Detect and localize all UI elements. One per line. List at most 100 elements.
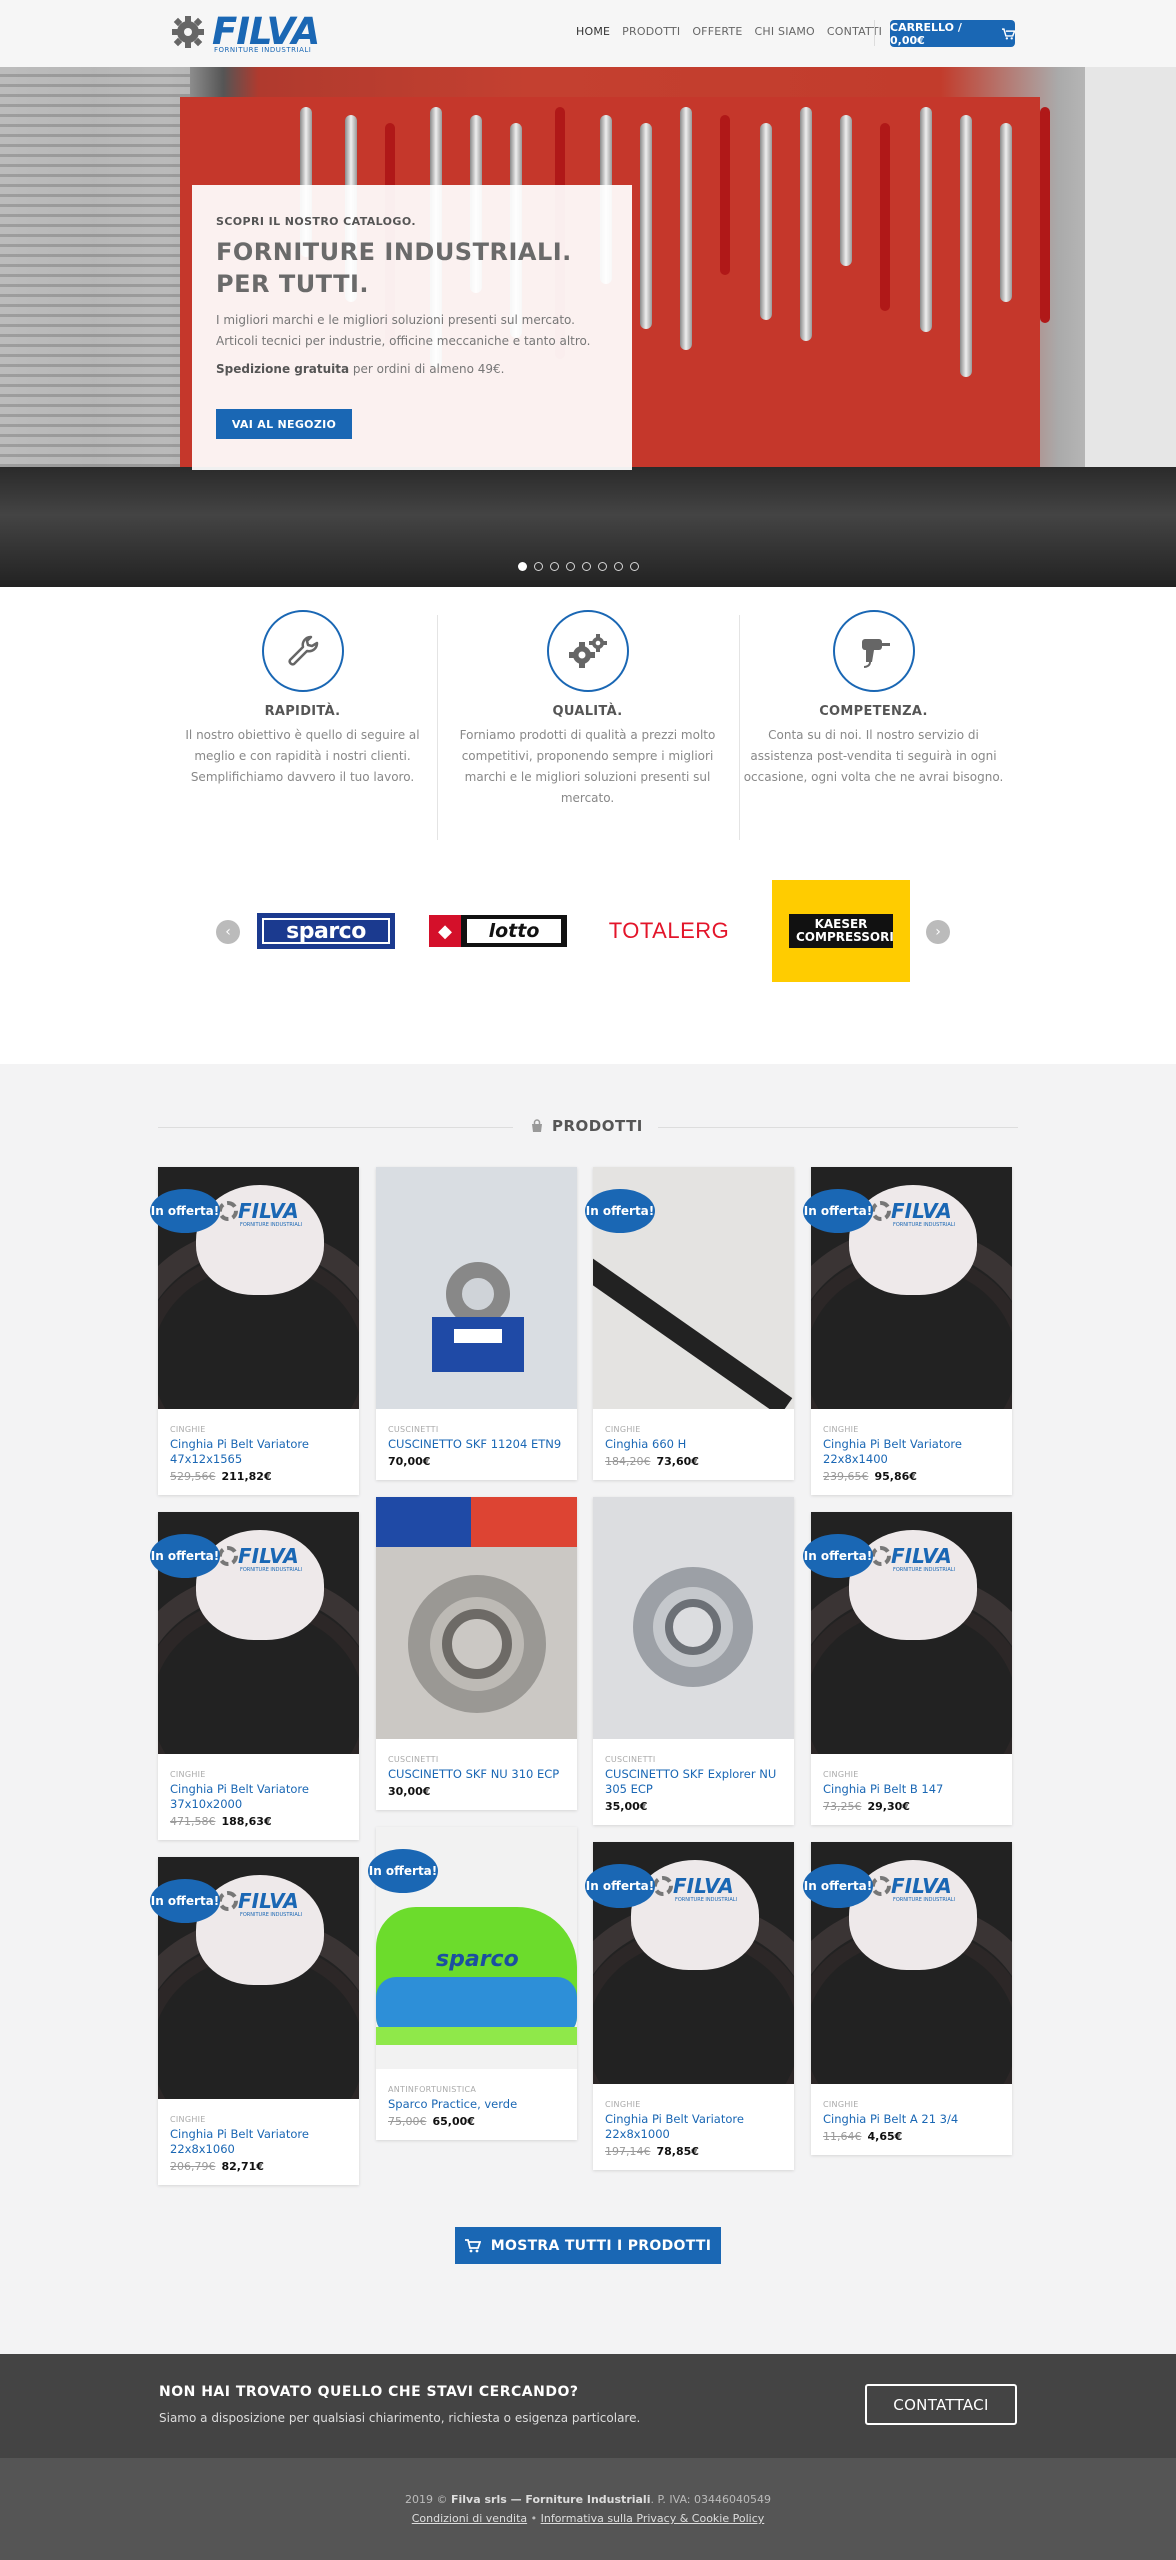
hero-slider: SCOPRI IL NOSTRO CATALOGO. FORNITURE IND… <box>0 67 1176 587</box>
nav-divider <box>874 20 875 46</box>
feature-desc: Forniamo prodotti di qualità a prezzi mo… <box>459 728 716 805</box>
footer-separator: • <box>527 2512 541 2525</box>
show-all-products-button[interactable]: MOSTRA TUTTI I PRODOTTI <box>455 2227 721 2264</box>
filva-label-image: FILVA <box>891 1874 952 1898</box>
product-image[interactable] <box>376 1497 577 1739</box>
product-name[interactable]: Cinghia Pi Belt B 147 <box>823 1782 1000 1797</box>
product-category: CINGHIE <box>605 2100 641 2109</box>
contact-button[interactable]: CONTATTACI <box>865 2384 1017 2425</box>
product-name[interactable]: CUSCINETTO SKF Explorer NU 305 ECP <box>605 1767 782 1797</box>
nav-prodotti[interactable]: PRODOTTI <box>622 25 680 38</box>
footer-prefix: 2019 © <box>405 2493 451 2506</box>
slider-dot[interactable] <box>550 562 559 571</box>
product-current-price: 35,00€ <box>605 1800 648 1813</box>
main-nav: HOME PRODOTTI OFFERTE CHI SIAMO CONTATTI <box>576 25 894 38</box>
wrench-icon <box>287 635 318 666</box>
feature-rapidita: RAPIDITÀ. Il nostro obiettivo è quello d… <box>160 610 445 788</box>
brands-next-button[interactable]: › <box>926 920 950 944</box>
product-current-price: 4,65€ <box>867 2130 903 2143</box>
product-category: CINGHIE <box>605 1425 641 1434</box>
hero-title-line2: PER TUTTI. <box>216 270 370 298</box>
sale-badge: In offerta! <box>803 1864 873 1908</box>
product-name[interactable]: Cinghia Pi Belt Variatore 22x8x1400 <box>823 1437 1000 1467</box>
product-name[interactable]: Cinghia Pi Belt Variatore 22x8x1060 <box>170 2127 347 2157</box>
feature-desc: Il nostro obiettivo è quello di seguire … <box>185 728 420 784</box>
product-price: 73,25€ 29,30€ <box>823 1800 1000 1813</box>
hero-shipping-text: per ordini di almeno 49€. <box>349 362 505 376</box>
product-name[interactable]: Cinghia Pi Belt A 21 3/4 <box>823 2112 1000 2127</box>
product-name[interactable]: Cinghia Pi Belt Variatore 47x12x1565 <box>170 1437 347 1467</box>
product-image[interactable] <box>376 1167 577 1409</box>
hero-shipping-bold: Spedizione gratuita <box>216 362 350 376</box>
product-name[interactable]: Sparco Practice, verde <box>388 2097 565 2112</box>
feature-competenza: COMPETENZA. Conta su di noi. Il nostro s… <box>731 610 1016 788</box>
shopping-bag-icon <box>532 1119 542 1132</box>
brand-sparco[interactable]: sparco <box>256 880 396 982</box>
totalerg-logo-text: TOTALERG <box>608 918 730 943</box>
sparco-logo-text: sparco <box>262 918 390 944</box>
logo[interactable]: FILVA FORNITURE INDUSTRIALI <box>172 10 322 56</box>
shop-button[interactable]: VAI AL NEGOZIO <box>216 409 352 439</box>
sale-badge: In offerta! <box>803 1189 873 1233</box>
slider-dot[interactable] <box>630 562 639 571</box>
gear-icon <box>871 1876 891 1896</box>
feature-icon-circle <box>261 610 344 692</box>
kaeser-logo: KAESER COMPRESSORI <box>789 914 894 948</box>
footer: 2019 © Filva srls — Forniture Industrial… <box>0 2458 1176 2560</box>
slider-dot[interactable] <box>598 562 607 571</box>
footer-link-privacy[interactable]: Informativa sulla Privacy & Cookie Polic… <box>541 2512 765 2525</box>
lotto-logo: ◆ lotto <box>429 915 567 947</box>
brand-kaeser[interactable]: KAESER COMPRESSORI <box>772 880 910 982</box>
slider-dot[interactable] <box>566 562 575 571</box>
show-all-label: MOSTRA TUTTI I PRODOTTI <box>490 2237 712 2254</box>
product-old-price: 529,56€ <box>170 1470 216 1483</box>
features-section: RAPIDITÀ. Il nostro obiettivo è quello d… <box>160 610 1016 840</box>
product-card[interactable]: CUSCINETTI CUSCINETTO SKF NU 310 ECP 30,00… <box>376 1497 577 1810</box>
product-price: 75,00€ 65,00€ <box>388 2115 565 2128</box>
feature-icon-circle <box>832 610 915 692</box>
product-name[interactable]: Cinghia Pi Belt Variatore 37x10x2000 <box>170 1782 347 1812</box>
product-price: 471,58€ 188,63€ <box>170 1815 347 1828</box>
slider-dot[interactable] <box>518 562 527 571</box>
brand-lotto[interactable]: ◆ lotto <box>428 880 568 982</box>
feature-divider <box>437 615 438 840</box>
kaeser-logo-text: KAESER COMPRESSORI <box>796 917 894 944</box>
product-name[interactable]: Cinghia 660 H <box>605 1437 782 1452</box>
product-card[interactable]: CUSCINETTI CUSCINETTO SKF Explorer NU 305… <box>593 1497 794 1825</box>
product-price: 184,20€ 73,60€ <box>605 1455 782 1468</box>
hero-title-line1: FORNITURE INDUSTRIALI. <box>216 238 572 266</box>
chevron-right-icon: › <box>935 924 941 940</box>
footer-link-conditions[interactable]: Condizioni di vendita <box>412 2512 527 2525</box>
product-current-price: 82,71€ <box>221 2160 264 2173</box>
nav-offerte[interactable]: OFFERTE <box>692 25 742 38</box>
hero-eyebrow: SCOPRI IL NOSTRO CATALOGO. <box>216 215 416 228</box>
cart-button[interactable]: CARRELLO / 0,00€ <box>890 20 1015 47</box>
gear-icon <box>218 1201 238 1221</box>
hero-card: SCOPRI IL NOSTRO CATALOGO. FORNITURE IND… <box>192 185 632 470</box>
nav-chi-siamo[interactable]: CHI SIAMO <box>755 25 815 38</box>
product-name[interactable]: Cinghia Pi Belt Variatore 22x8x1000 <box>605 2112 782 2142</box>
product-card[interactable]: CUSCINETTI CUSCINETTO SKF 11204 ETN9 70,00… <box>376 1167 577 1480</box>
heading-line <box>658 1127 1018 1128</box>
product-name[interactable]: CUSCINETTO SKF 11204 ETN9 <box>388 1437 565 1452</box>
feature-title: RAPIDITÀ. <box>264 704 341 719</box>
filva-label-sub: FORNITURE INDUSTRIALI <box>240 1222 303 1228</box>
gear-icon <box>871 1546 891 1566</box>
filva-label-image: FILVA <box>238 1544 299 1568</box>
brands-prev-button[interactable]: ‹ <box>216 920 240 944</box>
product-name[interactable]: CUSCINETTO SKF NU 310 ECP <box>388 1767 565 1782</box>
feature-qualita: QUALITÀ. Forniamo prodotti di qualità a … <box>445 610 730 809</box>
wrench-decor <box>960 115 972 377</box>
filva-label-sub: FORNITURE INDUSTRIALI <box>893 1222 956 1228</box>
sale-badge: In offerta! <box>150 1879 220 1923</box>
slider-dot[interactable] <box>614 562 623 571</box>
drill-icon <box>861 639 890 668</box>
slider-dot[interactable] <box>534 562 543 571</box>
nav-home[interactable]: HOME <box>576 25 610 38</box>
wrench-decor <box>760 123 772 320</box>
product-image[interactable] <box>593 1497 794 1739</box>
product-old-price: 11,64€ <box>823 2130 862 2143</box>
brand-totalerg[interactable]: TOTALERG <box>598 880 740 982</box>
slider-dot[interactable] <box>582 562 591 571</box>
footer-company: Filva srls — Forniture Industriali <box>451 2493 651 2506</box>
